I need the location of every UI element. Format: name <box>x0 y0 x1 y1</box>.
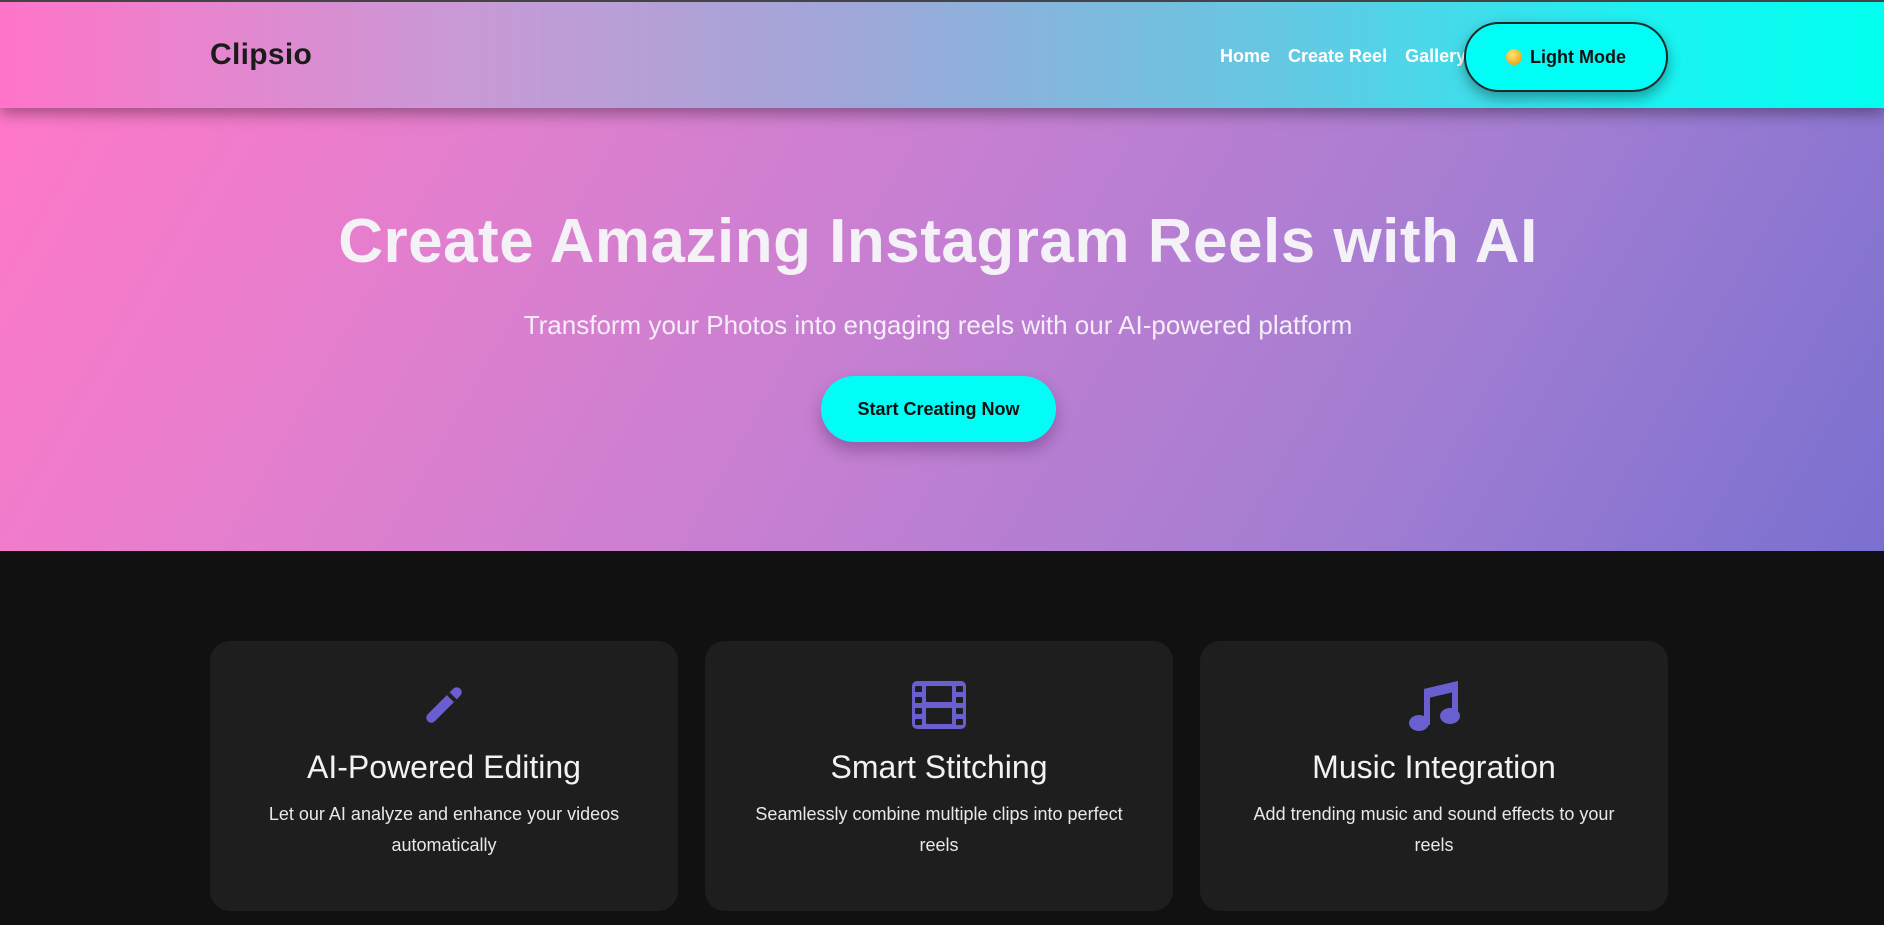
brand-logo[interactable]: Clipsio <box>210 38 312 72</box>
feature-title: AI-Powered Editing <box>307 749 581 785</box>
music-note-icon <box>1409 681 1460 731</box>
magic-wand-icon <box>426 687 462 723</box>
theme-toggle-label: Light Mode <box>1530 46 1626 67</box>
feature-card-smart-stitching: Smart Stitching Seamlessly combine multi… <box>705 641 1173 911</box>
theme-toggle-button[interactable]: Light Mode <box>1464 22 1668 92</box>
navbar: Clipsio Home Create Reel Gallery Light M… <box>0 0 1884 108</box>
hero-subtitle: Transform your Photos into engaging reel… <box>523 310 1353 340</box>
start-creating-button[interactable]: Start Creating Now <box>821 376 1056 442</box>
sun-icon <box>1506 49 1522 65</box>
feature-description: Seamlessly combine multiple clips into p… <box>755 804 1123 855</box>
nav-link-home[interactable]: Home <box>1220 46 1270 67</box>
nav-link-gallery[interactable]: Gallery <box>1405 46 1466 67</box>
hero-title: Create Amazing Instagram Reels with AI <box>338 207 1538 276</box>
features-section: AI-Powered Editing Let our AI analyze an… <box>0 551 1884 925</box>
feature-title: Smart Stitching <box>830 749 1048 785</box>
feature-card-music-integration: Music Integration Add trending music and… <box>1200 641 1668 911</box>
feature-description: Add trending music and sound effects to … <box>1253 804 1615 855</box>
feature-title: Music Integration <box>1312 749 1556 785</box>
film-icon <box>912 681 966 729</box>
nav-links: Home Create Reel Gallery <box>1220 46 1484 67</box>
nav-link-create-reel[interactable]: Create Reel <box>1288 46 1387 67</box>
hero-section: Create Amazing Instagram Reels with AI T… <box>0 108 1884 551</box>
feature-card-ai-editing: AI-Powered Editing Let our AI analyze an… <box>210 641 678 911</box>
feature-description: Let our AI analyze and enhance your vide… <box>268 804 620 855</box>
